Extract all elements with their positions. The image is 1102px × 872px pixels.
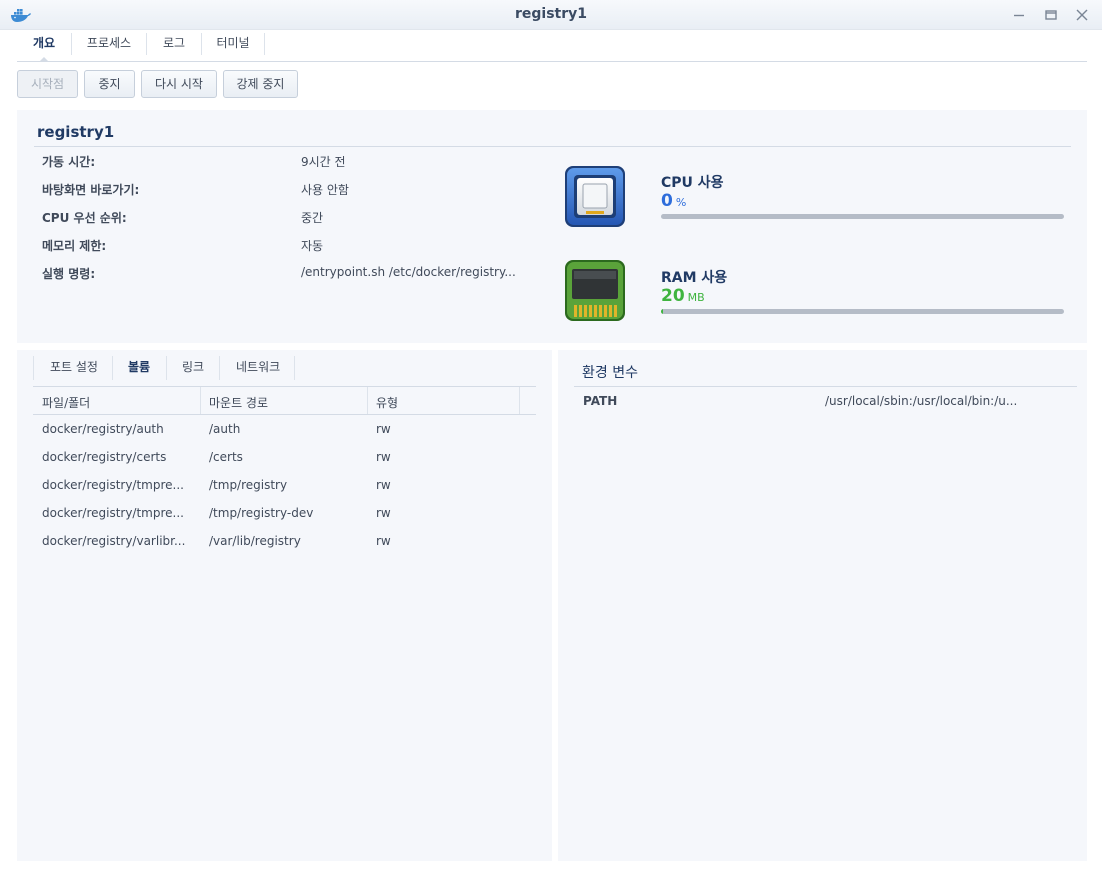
column-divider[interactable] <box>367 387 368 414</box>
main-tabs: 개요 프로세스 로그 터미널 <box>17 30 1087 62</box>
cpu-priority-value: 중간 <box>301 211 324 225</box>
tab-divider <box>219 356 220 380</box>
table-row[interactable]: docker/registry/tmpre... /tmp/registry-d… <box>33 500 536 528</box>
close-icon[interactable] <box>1072 5 1092 25</box>
file-folder-cell: docker/registry/tmpre... <box>42 506 184 520</box>
divider <box>34 146 1071 147</box>
file-folder-cell: docker/registry/auth <box>42 422 164 436</box>
tab-port-settings[interactable]: 포트 설정 <box>50 356 98 384</box>
mount-path-cell: /certs <box>209 450 243 464</box>
column-divider[interactable] <box>519 387 520 414</box>
volume-panel: 포트 설정 볼륨 링크 네트워크 파일/폴더 마운트 경로 유형 docker/… <box>17 350 552 861</box>
exec-command-label: 실행 명령: <box>42 267 96 281</box>
restart-button[interactable]: 다시 시작 <box>141 70 217 98</box>
file-folder-cell: docker/registry/certs <box>42 450 167 464</box>
overview-panel: registry1 가동 시간: 9시간 전 바탕화면 바로가기: 사용 안함 … <box>17 110 1087 343</box>
tab-divider <box>112 356 113 380</box>
mount-path-cell: /tmp/registry-dev <box>209 506 314 520</box>
tab-divider <box>33 356 34 380</box>
mount-path-cell: /var/lib/registry <box>209 534 301 548</box>
window-titlebar: registry1 <box>0 0 1102 30</box>
type-cell: rw <box>376 422 391 436</box>
column-header-mount-path[interactable]: 마운트 경로 <box>209 394 268 411</box>
ram-usage-unit: MB <box>687 291 705 304</box>
environment-title: 환경 변수 <box>582 365 638 381</box>
uptime-value: 9시간 전 <box>301 155 346 169</box>
window-title: registry1 <box>514 6 588 22</box>
cpu-usage-bar <box>661 214 1064 219</box>
ram-usage-value: 20 MB <box>661 286 705 306</box>
container-name: registry1 <box>37 123 115 141</box>
file-folder-cell: docker/registry/varlibr... <box>42 534 186 548</box>
start-button[interactable]: 시작점 <box>17 70 78 98</box>
column-divider[interactable] <box>200 387 201 414</box>
ram-usage-bar <box>661 309 1064 314</box>
cpu-usage-value: 0% <box>661 191 686 211</box>
mount-path-cell: /auth <box>209 422 241 436</box>
uptime-label: 가동 시간: <box>42 155 96 169</box>
desktop-shortcut-label: 바탕화면 바로가기: <box>42 183 140 197</box>
mount-path-cell: /tmp/registry <box>209 478 288 492</box>
table-row[interactable]: docker/registry/tmpre... /tmp/registry r… <box>33 472 536 500</box>
file-folder-cell: docker/registry/tmpre... <box>42 478 184 492</box>
table-row[interactable]: docker/registry/varlibr... /var/lib/regi… <box>33 528 536 556</box>
tab-divider <box>294 356 295 380</box>
environment-panel: 환경 변수 PATH /usr/local/sbin:/usr/local/bi… <box>558 350 1087 861</box>
stop-button[interactable]: 중지 <box>84 70 135 98</box>
env-var-key: PATH <box>583 394 618 408</box>
type-cell: rw <box>376 450 391 464</box>
tab-process[interactable]: 프로세스 <box>72 30 146 61</box>
force-stop-button[interactable]: 강제 중지 <box>223 70 298 98</box>
env-var-value: /usr/local/sbin:/usr/local/bin:/u... <box>825 394 1018 408</box>
desktop-shortcut-value: 사용 안함 <box>301 183 349 197</box>
tab-volume[interactable]: 볼륨 <box>128 356 150 384</box>
cpu-usage-number: 0 <box>661 191 673 211</box>
tab-log[interactable]: 로그 <box>147 30 201 61</box>
ram-usage-bar-fill <box>661 309 663 314</box>
cpu-chip-icon <box>564 165 626 232</box>
tab-link[interactable]: 링크 <box>182 356 204 384</box>
type-cell: rw <box>376 478 391 492</box>
tab-terminal[interactable]: 터미널 <box>202 30 264 61</box>
type-cell: rw <box>376 534 391 548</box>
minimize-icon[interactable] <box>1009 5 1029 25</box>
maximize-icon[interactable] <box>1041 5 1061 25</box>
memory-limit-value: 자동 <box>301 239 324 253</box>
column-header-type[interactable]: 유형 <box>376 394 398 411</box>
divider <box>574 386 1077 387</box>
volume-table-header: 파일/폴더 마운트 경로 유형 <box>33 386 536 415</box>
cpu-priority-label: CPU 우선 순위: <box>42 211 127 225</box>
tab-divider <box>166 356 167 380</box>
table-row[interactable]: docker/registry/auth /auth rw <box>33 416 536 444</box>
column-header-file-folder[interactable]: 파일/폴더 <box>42 394 90 411</box>
ram-module-icon <box>564 259 626 326</box>
cpu-usage-unit: % <box>675 196 687 209</box>
ram-usage-number: 20 <box>661 286 685 306</box>
type-cell: rw <box>376 506 391 520</box>
memory-limit-label: 메모리 제한: <box>42 239 107 253</box>
tab-network[interactable]: 네트워크 <box>236 356 280 384</box>
exec-command-value: /entrypoint.sh /etc/docker/registry... <box>301 265 516 279</box>
ram-usage-title: RAM 사용 <box>661 270 728 286</box>
tab-divider <box>264 33 265 55</box>
cpu-usage-title: CPU 사용 <box>661 175 724 191</box>
tab-overview[interactable]: 개요 <box>17 30 71 62</box>
table-row[interactable]: docker/registry/certs /certs rw <box>33 444 536 472</box>
